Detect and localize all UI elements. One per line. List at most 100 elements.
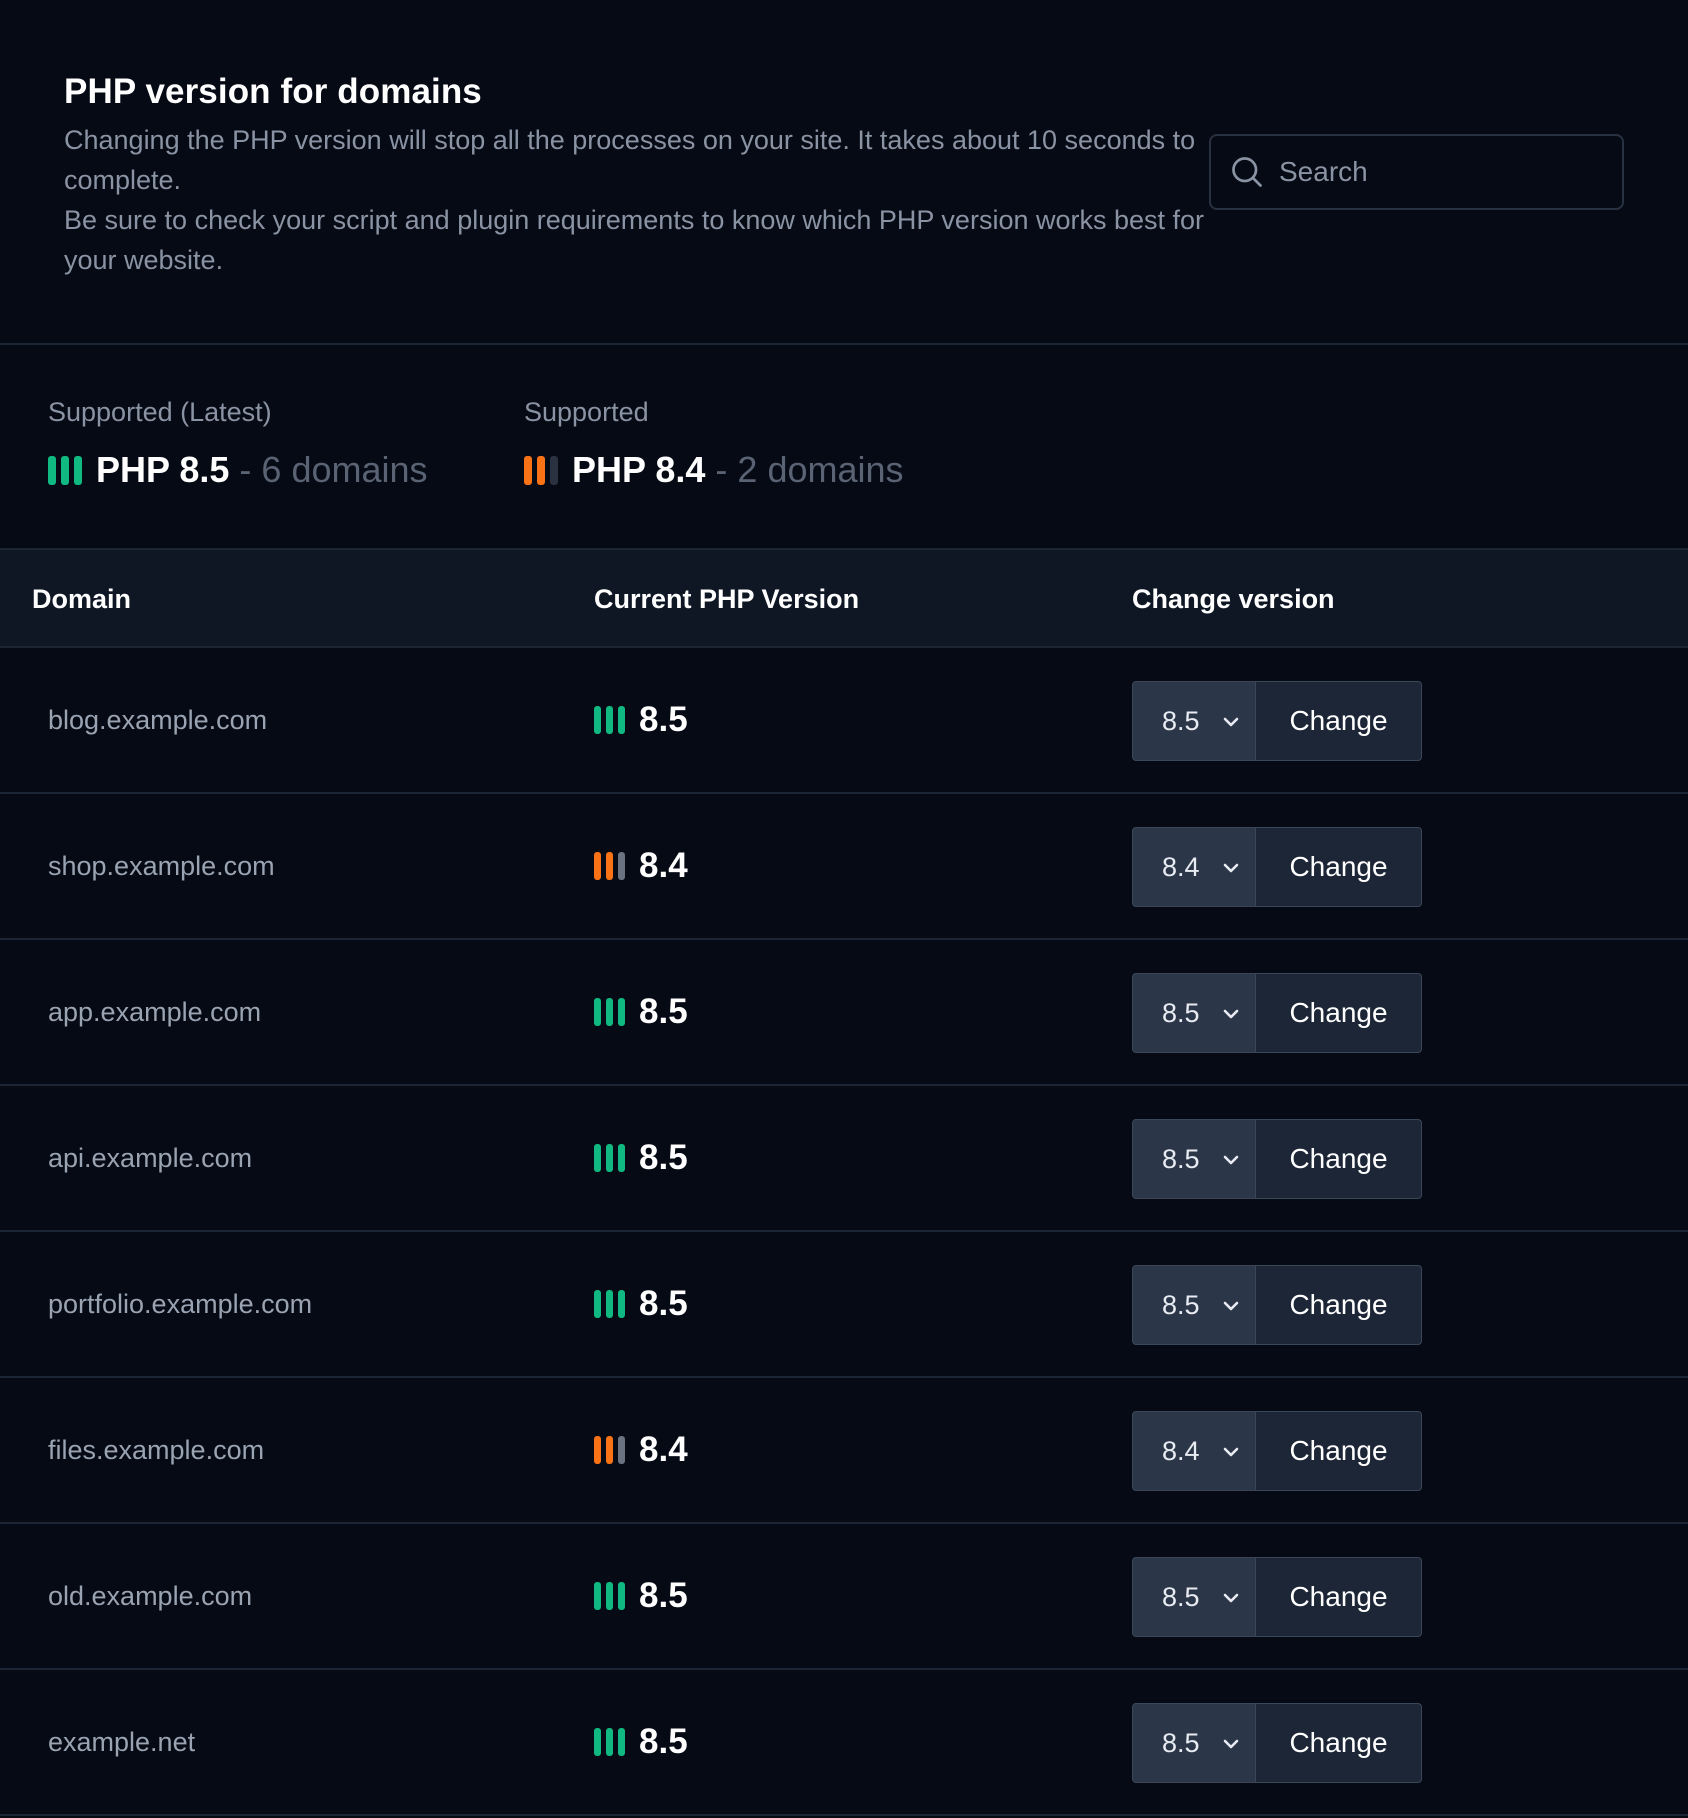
domain-name: app.example.com	[48, 996, 262, 1027]
version-select[interactable]: 8.5	[1132, 1703, 1256, 1783]
current-version: 8.5	[594, 1524, 688, 1668]
change-version-control: 8.4 Change	[1132, 1411, 1422, 1491]
table-row: files.example.com 8.4 8.4 Change	[0, 1378, 1688, 1524]
change-button[interactable]: Change	[1256, 1265, 1422, 1345]
version-select[interactable]: 8.5	[1132, 1265, 1256, 1345]
version-bars-icon	[594, 998, 625, 1026]
column-header-change-version: Change version	[1132, 583, 1335, 614]
change-button[interactable]: Change	[1256, 681, 1422, 761]
summary-label: Supported	[524, 397, 649, 427]
summary-version: PHP 8.4	[572, 449, 706, 490]
chevron-down-icon	[1223, 717, 1239, 727]
summary-line: PHP 8.5 - 6 domains	[48, 450, 428, 490]
current-version-value: 8.5	[639, 1284, 688, 1323]
version-select-value: 8.5	[1162, 997, 1200, 1028]
current-version-value: 8.5	[639, 700, 688, 739]
version-bars-icon	[594, 1144, 625, 1172]
page-description: Changing the PHP version will stop all t…	[64, 120, 1214, 280]
summary-line: PHP 8.4 - 2 domains	[524, 450, 904, 490]
version-select[interactable]: 8.4	[1132, 1411, 1256, 1491]
change-version-control: 8.5 Change	[1132, 681, 1422, 761]
chevron-down-icon	[1223, 1739, 1239, 1749]
change-version-control: 8.5 Change	[1132, 1557, 1422, 1637]
summary-supported: Supported PHP 8.4 - 2 domains	[524, 397, 904, 490]
current-version: 8.5	[594, 1086, 688, 1230]
version-select[interactable]: 8.5	[1132, 973, 1256, 1053]
version-select[interactable]: 8.5	[1132, 681, 1256, 761]
version-select[interactable]: 8.5	[1132, 1119, 1256, 1199]
chevron-down-icon	[1223, 1155, 1239, 1165]
version-select[interactable]: 8.4	[1132, 827, 1256, 907]
version-bars-icon	[594, 1436, 625, 1464]
current-version-value: 8.5	[639, 1576, 688, 1615]
version-select-value: 8.5	[1162, 1143, 1200, 1174]
table-row: app.example.com 8.5 8.5 Change	[0, 940, 1688, 1086]
current-version: 8.5	[594, 1670, 688, 1814]
domain-name: api.example.com	[48, 1142, 253, 1173]
php-version-page: PHP version for domains Changing the PHP…	[0, 0, 1688, 1818]
version-bars-icon	[594, 852, 625, 880]
change-version-control: 8.5 Change	[1132, 1265, 1422, 1345]
chevron-down-icon	[1223, 1009, 1239, 1019]
current-version-value: 8.5	[639, 992, 688, 1031]
change-version-control: 8.4 Change	[1132, 827, 1422, 907]
version-select-value: 8.4	[1162, 1435, 1200, 1466]
version-select-value: 8.5	[1162, 1581, 1200, 1612]
version-bars-icon	[524, 455, 558, 485]
table-row: old.example.com 8.5 8.5 Change	[0, 1524, 1688, 1670]
table-body: blog.example.com 8.5 8.5 Change shop.example…	[0, 648, 1688, 1816]
chevron-down-icon	[1223, 1301, 1239, 1311]
version-summary: Supported (Latest) PHP 8.5 - 6 domains S…	[0, 345, 1688, 550]
version-bars-icon	[594, 1582, 625, 1610]
version-bars-icon	[48, 455, 82, 485]
change-version-control: 8.5 Change	[1132, 973, 1422, 1053]
domains-table: Domain Current PHP Version Change versio…	[0, 550, 1688, 1816]
summary-count: 2 domains	[737, 449, 904, 490]
change-button[interactable]: Change	[1256, 973, 1422, 1053]
current-version: 8.4	[594, 1378, 688, 1522]
table-header: Domain Current PHP Version Change versio…	[0, 550, 1688, 648]
search-input[interactable]	[1279, 136, 1640, 208]
summary-separator: -	[239, 449, 252, 490]
page-title: PHP version for domains	[64, 72, 482, 111]
current-version: 8.5	[594, 648, 688, 792]
search-box[interactable]	[1209, 134, 1640, 210]
version-select-value: 8.5	[1162, 705, 1200, 736]
summary-separator: -	[715, 449, 728, 490]
change-button[interactable]: Change	[1256, 1411, 1422, 1491]
chevron-down-icon	[1223, 1593, 1239, 1603]
chevron-down-icon	[1223, 1447, 1239, 1457]
change-button[interactable]: Change	[1256, 827, 1422, 907]
version-bars-icon	[594, 706, 625, 734]
column-header-current-version: Current PHP Version	[594, 583, 860, 614]
change-button[interactable]: Change	[1256, 1119, 1422, 1199]
version-select-value: 8.5	[1162, 1727, 1200, 1758]
summary-latest: Supported (Latest) PHP 8.5 - 6 domains	[48, 397, 428, 490]
current-version-value: 8.4	[639, 1430, 688, 1469]
description-line-2: Be sure to check your script and plugin …	[64, 205, 1205, 275]
change-version-control: 8.5 Change	[1132, 1703, 1422, 1783]
change-button[interactable]: Change	[1256, 1703, 1422, 1783]
table-row: shop.example.com 8.4 8.4 Change	[0, 794, 1688, 940]
search-icon	[1232, 157, 1262, 187]
column-header-domain: Domain	[32, 583, 132, 614]
domain-name: blog.example.com	[48, 704, 268, 735]
current-version: 8.5	[594, 1232, 688, 1376]
current-version-value: 8.5	[639, 1722, 688, 1761]
page-header: PHP version for domains Changing the PHP…	[0, 0, 1688, 345]
current-version-value: 8.5	[639, 1138, 688, 1177]
summary-version: PHP 8.5	[96, 449, 230, 490]
domain-name: portfolio.example.com	[48, 1288, 313, 1319]
version-select[interactable]: 8.5	[1132, 1557, 1256, 1637]
current-version: 8.4	[594, 794, 688, 938]
domain-name: files.example.com	[48, 1434, 265, 1465]
domain-name: old.example.com	[48, 1580, 253, 1611]
version-select-value: 8.4	[1162, 851, 1200, 882]
summary-count: 6 domains	[261, 449, 428, 490]
table-row: blog.example.com 8.5 8.5 Change	[0, 648, 1688, 794]
version-select-value: 8.5	[1162, 1289, 1200, 1320]
change-button[interactable]: Change	[1256, 1557, 1422, 1637]
domain-name: example.net	[48, 1726, 196, 1757]
table-row: portfolio.example.com 8.5 8.5 Change	[0, 1232, 1688, 1378]
version-bars-icon	[594, 1290, 625, 1318]
